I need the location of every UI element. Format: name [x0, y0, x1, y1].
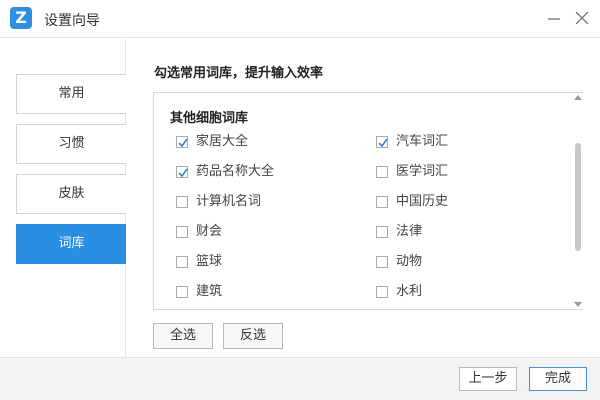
close-button[interactable]: [572, 8, 592, 28]
dictionary-item-label: 药品名称大全: [196, 164, 275, 179]
checkbox[interactable]: [176, 256, 188, 268]
sidebar-item-skin[interactable]: 皮肤: [16, 174, 126, 214]
dictionary-item-label: 篮球: [196, 254, 223, 269]
finish-button[interactable]: 完成: [529, 367, 587, 391]
minimize-button[interactable]: [544, 8, 564, 28]
sidebar-item-dictionary[interactable]: 词库: [16, 224, 126, 264]
select-all-button[interactable]: 全选: [153, 323, 213, 349]
dictionary-item-label: 医学词汇: [396, 164, 449, 179]
sidebar-item-common[interactable]: 常用: [16, 74, 126, 114]
dictionary-item-label: 建筑: [196, 284, 223, 299]
panel-title: 其他细胞词库: [170, 111, 249, 126]
invert-selection-button[interactable]: 反选: [223, 323, 283, 349]
checkbox[interactable]: [376, 286, 388, 298]
dictionary-item-label: 财会: [196, 224, 223, 239]
scroll-down-icon[interactable]: [574, 302, 582, 307]
section-title: 勾选常用词库，提升输入效率: [154, 66, 324, 81]
checkmark-icon: [378, 138, 388, 148]
dictionary-item-label: 中国历史: [396, 194, 449, 209]
sidebar-item-habits[interactable]: 习惯: [16, 124, 126, 164]
checkbox[interactable]: [176, 226, 188, 238]
checkbox[interactable]: [376, 256, 388, 268]
sidebar: 常用 习惯 皮肤 词库: [0, 39, 126, 357]
dictionary-list-panel: 其他细胞词库 家居大全 汽车词汇药品名称大全 医学词汇计算机名词 中国历史财会 法律篮球…: [153, 92, 583, 310]
checkbox[interactable]: [376, 196, 388, 208]
dictionary-item-label: 动物: [396, 254, 423, 269]
dictionary-item-label: 法律: [396, 224, 423, 239]
checkbox[interactable]: [376, 166, 388, 178]
scroll-up-icon[interactable]: [574, 95, 582, 100]
previous-button[interactable]: 上一步: [459, 367, 517, 391]
window-title: 设置向导: [44, 13, 100, 29]
close-icon: [575, 11, 589, 25]
dictionary-item-label: 汽车词汇: [396, 134, 449, 149]
app-logo-icon: Z: [10, 7, 32, 29]
minimize-icon: [548, 18, 560, 20]
checkmark-icon: [178, 168, 188, 178]
checkbox[interactable]: [176, 166, 188, 178]
scrollbar-thumb[interactable]: [575, 143, 581, 251]
checkmark-icon: [178, 138, 188, 148]
dictionary-item-label: 计算机名词: [196, 194, 262, 209]
checkbox[interactable]: [176, 286, 188, 298]
scrollbar[interactable]: [573, 93, 583, 309]
checkbox[interactable]: [376, 226, 388, 238]
footer: 上一步 完成: [0, 357, 600, 400]
checkbox[interactable]: [176, 136, 188, 148]
checkbox[interactable]: [376, 136, 388, 148]
dictionary-item-label: 水利: [396, 284, 423, 299]
title-bar: Z 设置向导: [0, 0, 600, 38]
dictionary-item-label: 家居大全: [196, 134, 249, 149]
checkbox[interactable]: [176, 196, 188, 208]
